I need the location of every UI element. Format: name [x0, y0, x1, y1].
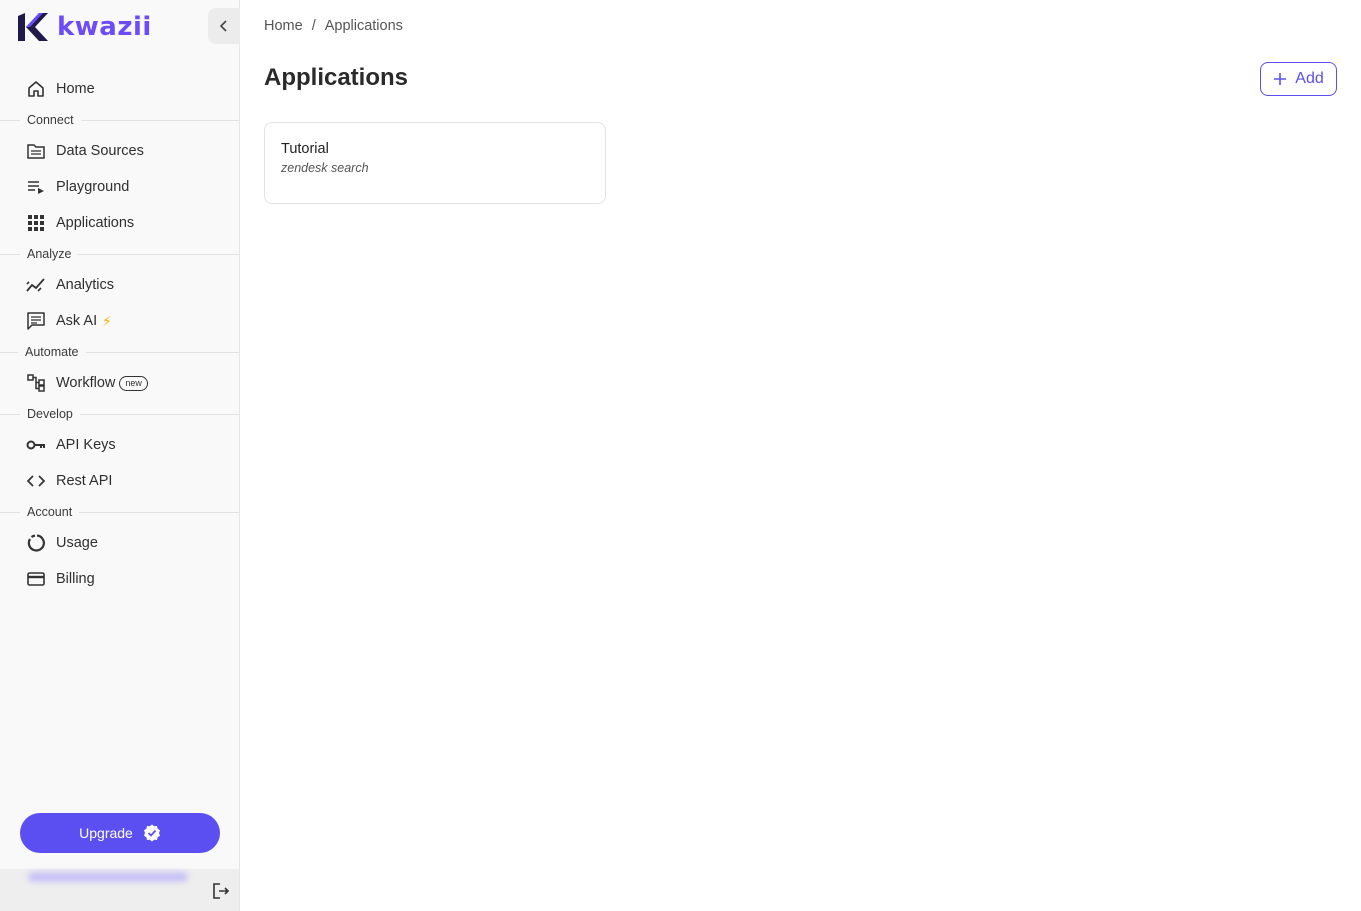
grid-icon: [26, 213, 46, 233]
sidebar-item-api-keys[interactable]: API Keys: [0, 427, 239, 463]
kwazii-logo-icon: [18, 13, 48, 41]
sidebar-item-analytics[interactable]: Analytics: [0, 267, 239, 303]
application-card-title: Tutorial: [281, 141, 329, 157]
brand-logo[interactable]: kwazii: [17, 12, 152, 42]
home-icon: [26, 79, 46, 99]
sidebar-item-label: Home: [56, 81, 95, 97]
sidebar-item-label: Applications: [56, 215, 135, 231]
breadcrumb: Home / Applications: [264, 18, 403, 34]
user-name-blurred: [28, 872, 188, 882]
sidebar-item-billing[interactable]: Billing: [0, 561, 239, 597]
sidebar-item-label: Workflow: [56, 375, 116, 391]
section-title: Develop: [20, 406, 80, 422]
plus-icon: [1274, 73, 1287, 85]
add-application-button[interactable]: Add: [1260, 62, 1337, 96]
section-connect: Connect: [0, 107, 239, 133]
lightning-icon: ⚡: [102, 312, 112, 329]
section-analyze: Analyze: [0, 241, 239, 267]
sidebar-item-label: Usage: [56, 535, 98, 551]
sidebar-item-rest-api[interactable]: Rest API: [0, 463, 239, 499]
breadcrumb-current: Applications: [324, 18, 403, 34]
sidebar-item-label: Analytics: [56, 277, 115, 293]
breadcrumb-home-link[interactable]: Home: [264, 18, 303, 34]
sidebar-item-data-sources[interactable]: Data Sources: [0, 133, 239, 169]
logout-icon[interactable]: [211, 881, 231, 901]
sidebar-item-label: Data Sources: [56, 143, 144, 159]
sidebar-item-workflow[interactable]: Workflow new: [0, 365, 239, 401]
app-root: kwazii Home Connect Data Sources Playgro…: [0, 0, 1361, 911]
user-profile-area[interactable]: [0, 869, 239, 911]
section-develop: Develop: [0, 401, 239, 427]
analytics-icon: [26, 275, 46, 295]
playlist-play-icon: [26, 177, 46, 197]
folder-icon: [26, 141, 46, 161]
section-account: Account: [0, 499, 239, 525]
sidebar: kwazii Home Connect Data Sources Playgro…: [0, 0, 240, 911]
upgrade-label: Upgrade: [79, 825, 133, 841]
usage-ring-icon: [26, 533, 46, 553]
section-title: Analyze: [20, 246, 79, 262]
code-icon: [26, 471, 46, 491]
section-title: Account: [20, 504, 80, 520]
section-title: Automate: [18, 344, 86, 360]
sidebar-item-ask-ai[interactable]: Ask AI ⚡: [0, 303, 239, 339]
sidebar-item-home[interactable]: Home: [0, 71, 239, 107]
collapse-sidebar-button[interactable]: [208, 8, 240, 44]
sidebar-nav: Home Connect Data Sources Playground App…: [0, 71, 239, 597]
sidebar-item-usage[interactable]: Usage: [0, 525, 239, 561]
sidebar-item-applications[interactable]: Applications: [0, 205, 239, 241]
credit-card-icon: [26, 569, 46, 589]
sidebar-item-label: Playground: [56, 179, 130, 195]
verified-badge-icon: [143, 824, 160, 842]
page-title: Applications: [264, 64, 409, 91]
application-card-subtitle: zendesk search: [281, 161, 369, 175]
sidebar-item-label: Rest API: [56, 473, 113, 489]
main-content: Home / Applications Applications Add Tut…: [240, 0, 1361, 911]
sidebar-item-label: Ask AI: [56, 313, 98, 329]
breadcrumb-separator: /: [311, 18, 316, 34]
section-title: Connect: [20, 112, 81, 128]
add-label: Add: [1295, 70, 1324, 87]
brand-name: kwazii: [57, 12, 152, 42]
key-icon: [26, 435, 46, 455]
chevron-left-icon: [219, 20, 227, 32]
chat-icon: [26, 311, 46, 331]
section-automate: Automate: [0, 339, 239, 365]
sidebar-item-label: Billing: [56, 571, 95, 587]
upgrade-button[interactable]: Upgrade: [20, 813, 220, 853]
sidebar-item-playground[interactable]: Playground: [0, 169, 239, 205]
application-card[interactable]: Tutorial zendesk search: [264, 122, 606, 204]
workflow-icon: [26, 373, 46, 393]
new-badge: new: [119, 375, 148, 391]
sidebar-item-label: API Keys: [56, 437, 116, 453]
